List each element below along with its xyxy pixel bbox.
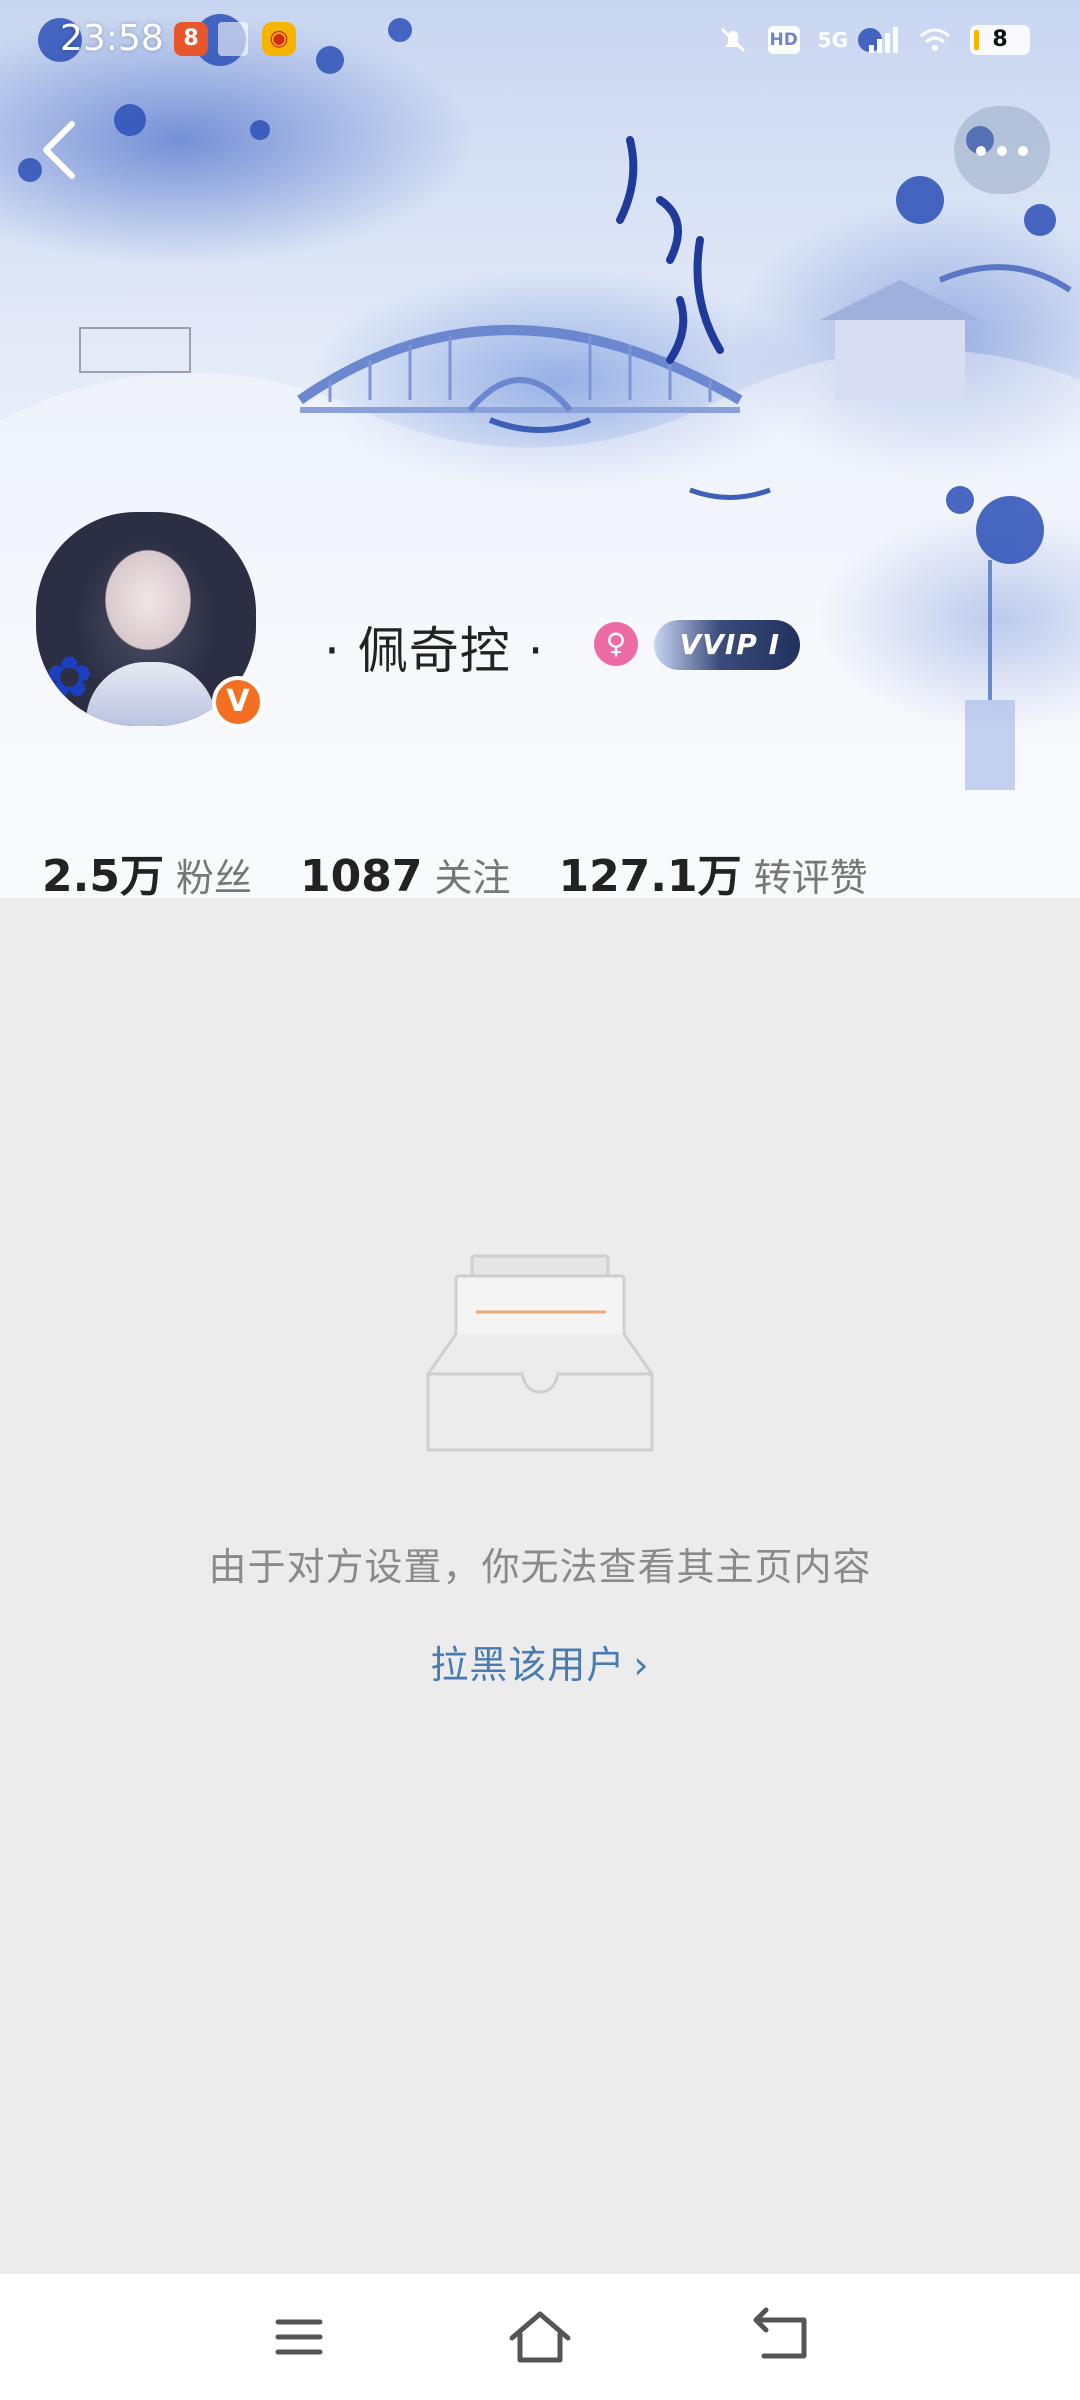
chevron-left-icon[interactable] bbox=[30, 110, 90, 190]
butterfly-decoration: ✿ bbox=[46, 645, 93, 710]
stat-following[interactable]: 1087 关注 bbox=[300, 847, 510, 902]
chevron-right-icon: › bbox=[633, 1643, 650, 1687]
empty-state-message: 由于对方设置，你无法查看其主页内容 bbox=[208, 1545, 872, 1589]
profile-stats: 2.5万 粉丝 1087 关注 127.1万 转评赞 bbox=[42, 840, 916, 902]
status-bar: 23:58 8 ◉ HD 5G 8 bbox=[0, 0, 1080, 84]
block-user-link[interactable]: 拉黑该用户 › bbox=[0, 1634, 1080, 1689]
weibo-icon: ◉ bbox=[262, 22, 296, 56]
wifi-icon bbox=[920, 28, 950, 51]
menu-icon[interactable] bbox=[258, 2304, 338, 2370]
mute-bell-icon bbox=[720, 27, 745, 53]
video-icon bbox=[218, 22, 248, 56]
stat-value: 1087 bbox=[299, 851, 423, 902]
banner-artwork bbox=[0, 14, 1080, 898]
stat-label: 粉丝 bbox=[175, 856, 252, 900]
home-icon[interactable] bbox=[500, 2304, 580, 2370]
stat-followers[interactable]: 2.5万 粉丝 bbox=[42, 840, 252, 904]
username: · 佩奇控 · bbox=[324, 622, 545, 680]
female-icon: ♀ bbox=[594, 622, 638, 666]
hd-icon: HD bbox=[767, 26, 800, 54]
empty-inbox-icon bbox=[426, 1254, 654, 1452]
profile-page: 23:58 8 ◉ HD 5G 8 ✿ V · 佩奇控 · ♀ VVIP I 2… bbox=[0, 0, 1080, 2400]
profile-header-banner: 23:58 8 ◉ HD 5G 8 ✿ V · 佩奇控 · ♀ VVIP I 2… bbox=[0, 0, 1080, 902]
stat-label: 关注 bbox=[434, 856, 511, 900]
notification-app-icon: 8 bbox=[174, 22, 208, 56]
status-icons: HD 5G 8 bbox=[716, 20, 1030, 60]
stat-value: 2.5万 bbox=[42, 851, 164, 902]
battery-level: 8 bbox=[992, 27, 1008, 52]
status-time: 23:58 bbox=[60, 18, 164, 59]
verified-badge: V bbox=[212, 676, 264, 728]
battery-icon: 8 bbox=[970, 25, 1030, 55]
profile-name-row: · 佩奇控 · bbox=[324, 612, 545, 682]
system-nav-bar bbox=[0, 2274, 1080, 2400]
network-type: 5G bbox=[817, 28, 848, 52]
signal-icon bbox=[869, 27, 898, 53]
back-icon[interactable] bbox=[742, 2304, 822, 2370]
more-dots-icon[interactable] bbox=[954, 106, 1050, 194]
stat-value: 127.1万 bbox=[558, 851, 742, 902]
stat-label: 转评赞 bbox=[753, 856, 868, 900]
stat-likes[interactable]: 127.1万 转评赞 bbox=[558, 840, 867, 904]
block-user-label: 拉黑该用户 bbox=[430, 1643, 626, 1687]
vip-badge[interactable]: VVIP I bbox=[654, 620, 800, 670]
